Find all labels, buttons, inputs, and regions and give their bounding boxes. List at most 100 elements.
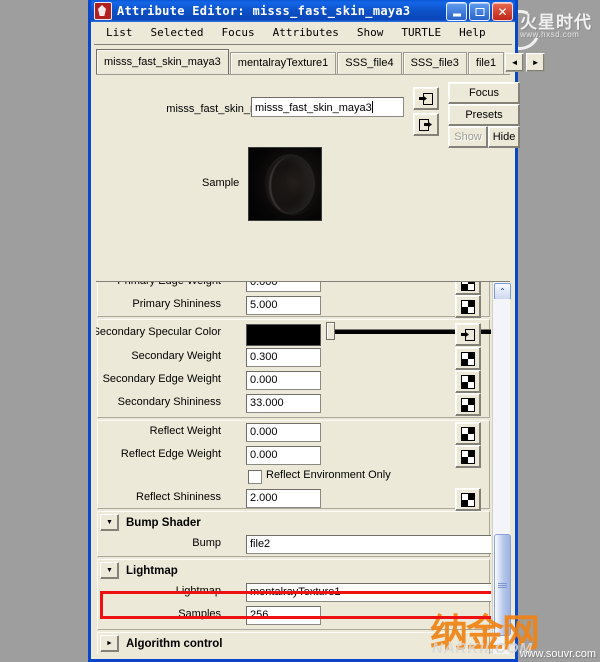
chevron-down-icon[interactable]: ▼	[100, 514, 119, 531]
row-label: Primary Shininess	[132, 298, 221, 310]
primary-shininess-connect-button[interactable]	[455, 295, 481, 318]
lightmap-header[interactable]: ▼ Lightmap	[98, 560, 489, 581]
attribute-editor-window: Attribute Editor: misss_fast_skin_maya3 …	[88, 0, 546, 662]
chevron-down-icon[interactable]: ▼	[100, 562, 119, 579]
secondary-specular-group: Secondary Specular Color Secondary Weigh…	[96, 319, 491, 418]
row-samples: Samples 256	[98, 604, 489, 627]
map-output-button[interactable]	[413, 113, 439, 136]
row-label: Secondary Edge Weight	[102, 373, 221, 385]
window-controls: ✕	[446, 2, 513, 21]
map-input-icon	[461, 328, 475, 341]
row-reflect-environment-only: Reflect Environment Only	[98, 467, 489, 487]
menu-list[interactable]: List	[97, 24, 142, 41]
menu-selected[interactable]: Selected	[142, 24, 213, 41]
maya-app-icon	[94, 2, 112, 20]
focus-button[interactable]: Focus	[448, 82, 520, 104]
tab-file1[interactable]: file1	[467, 52, 505, 74]
tab-prev-arrow-icon[interactable]: ◄	[505, 53, 525, 72]
vertical-scrollbar[interactable]: ⌃	[492, 282, 511, 654]
hxsd-watermark-cn: 火星时代	[520, 13, 592, 33]
secondary-shininess-input[interactable]: 33.000	[246, 394, 321, 413]
tab-scroll-arrows: ◄ ►	[505, 53, 546, 74]
lightmap-group: ▼ Lightmap Lightmap mentalrayTexture1 Sa…	[97, 559, 491, 630]
tab-sss-file4[interactable]: SSS_file4	[337, 52, 402, 74]
menu-attributes[interactable]: Attributes	[264, 24, 348, 41]
connection-icon	[461, 374, 475, 389]
samples-input[interactable]: 256	[246, 606, 321, 625]
sample-label: Sample	[202, 177, 240, 189]
minimize-button[interactable]	[446, 2, 467, 21]
secondary-specular-color-map-button[interactable]	[455, 323, 481, 346]
reflect-shininess-connect-button[interactable]	[455, 488, 481, 511]
bump-shader-header[interactable]: ▼ Bump Shader	[98, 512, 489, 533]
secondary-specular-color-slider-knob[interactable]	[326, 322, 335, 340]
menu-focus[interactable]: Focus	[212, 24, 263, 41]
close-button[interactable]: ✕	[492, 2, 513, 21]
algorithm-control-section[interactable]: ► Algorithm control	[97, 632, 490, 654]
connection-icon	[461, 299, 475, 314]
attribute-list: Primary Edge Weight 0.000 Primary Shinin…	[96, 282, 492, 654]
title-bar: Attribute Editor: misss_fast_skin_maya3 …	[91, 0, 515, 22]
menu-help[interactable]: Help	[450, 24, 495, 41]
bump-shader-group: ▼ Bump Shader Bump file2	[97, 511, 491, 557]
secondary-shininess-connect-button[interactable]	[455, 393, 481, 416]
bump-input[interactable]: file2	[246, 535, 491, 554]
lightmap-title: Lightmap	[126, 564, 178, 577]
map-output-icon	[419, 118, 433, 131]
scroll-up-button[interactable]: ⌃	[494, 283, 511, 300]
primary-shininess-input[interactable]: 5.000	[246, 296, 321, 315]
secondary-edge-weight-input[interactable]: 0.000	[246, 371, 321, 390]
map-input-button[interactable]	[413, 87, 439, 110]
editor-client-area: misss_fast_skin_maya3 mentalrayTexture1 …	[94, 44, 546, 656]
reflect-edge-weight-input[interactable]: 0.000	[246, 446, 321, 465]
algorithm-control-title: Algorithm control	[126, 637, 223, 650]
row-label: Secondary Specular Color	[96, 326, 221, 338]
row-secondary-specular-color: Secondary Specular Color	[96, 320, 491, 346]
hxsd-watermark-url: www.hxsd.com	[520, 30, 580, 39]
reflect-environment-only-checkbox[interactable]	[248, 470, 262, 484]
row-label: Samples	[178, 608, 221, 620]
secondary-edge-weight-connect-button[interactable]	[455, 370, 481, 393]
row-primary-shininess: Primary Shininess 5.000	[98, 294, 489, 318]
presets-button[interactable]: Presets	[448, 104, 520, 126]
node-name-value: misss_fast_skin_maya3	[255, 102, 372, 114]
secondary-weight-connect-button[interactable]	[455, 347, 481, 370]
scrollbar-thumb[interactable]	[494, 534, 511, 636]
secondary-specular-color-swatch[interactable]	[246, 324, 321, 346]
tab-strip: misss_fast_skin_maya3 mentalrayTexture1 …	[96, 48, 546, 75]
sample-swatch[interactable]	[248, 147, 322, 221]
reflect-edge-weight-connect-button[interactable]	[455, 445, 481, 468]
row-label: Primary Edge Weight	[117, 282, 221, 287]
row-reflect-edge-weight: Reflect Edge Weight 0.000	[98, 444, 489, 468]
connection-icon	[461, 351, 475, 366]
reflect-shininess-input[interactable]: 2.000	[246, 489, 321, 508]
menu-show[interactable]: Show	[348, 24, 393, 41]
menu-turtle[interactable]: TURTLE	[392, 24, 450, 41]
reflect-environment-only-label: Reflect Environment Only	[266, 469, 391, 481]
connection-icon	[461, 449, 475, 464]
sample-panel: Sample	[96, 141, 510, 229]
reflect-weight-connect-button[interactable]	[455, 422, 481, 445]
row-reflect-weight: Reflect Weight 0.000	[98, 421, 489, 445]
tab-sss-file3[interactable]: SSS_file3	[402, 52, 467, 74]
tab-next-arrow-icon[interactable]: ►	[526, 53, 546, 72]
maximize-button[interactable]	[469, 2, 490, 21]
row-lightmap: Lightmap mentalrayTexture1	[98, 581, 491, 604]
row-label: Secondary Shininess	[117, 396, 221, 408]
tab-mentalraytexture1[interactable]: mentalrayTexture1	[229, 52, 337, 74]
tab-misss-fast-skin-maya3[interactable]: misss_fast_skin_maya3	[96, 49, 229, 74]
primary-edge-weight-input[interactable]: 0.000	[246, 282, 321, 292]
menu-bar: List Selected Focus Attributes Show TURT…	[91, 22, 515, 43]
reflect-weight-input[interactable]: 0.000	[246, 423, 321, 442]
row-label: Reflect Shininess	[136, 491, 221, 503]
secondary-weight-input[interactable]: 0.300	[246, 348, 321, 367]
reflect-group: Reflect Weight 0.000 Reflect Edge Weight…	[97, 420, 490, 511]
lightmap-input[interactable]: mentalrayTexture1	[246, 583, 491, 602]
chevron-right-icon[interactable]: ►	[100, 635, 119, 652]
row-label: Reflect Weight	[149, 425, 221, 437]
souvr-watermark: www.souvr.com	[519, 648, 596, 660]
row-primary-edge-weight: Primary Edge Weight 0.000	[98, 282, 489, 295]
node-name-input[interactable]: misss_fast_skin_maya3	[251, 97, 404, 117]
primary-specular-group: Primary Edge Weight 0.000 Primary Shinin…	[97, 282, 490, 318]
row-label: Bump	[192, 537, 221, 549]
